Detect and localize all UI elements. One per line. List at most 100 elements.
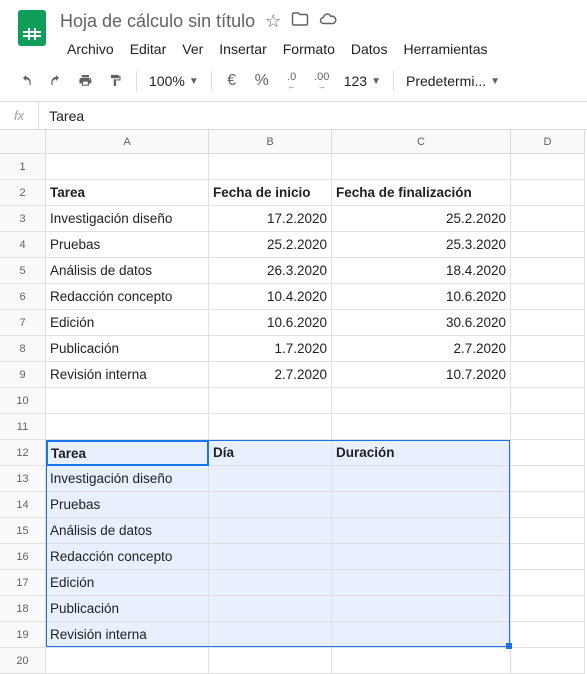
sheets-logo[interactable] — [12, 8, 52, 48]
paint-format-button[interactable] — [102, 67, 130, 95]
row-header-1[interactable]: 1 — [0, 154, 46, 180]
row-header-16[interactable]: 16 — [0, 544, 46, 570]
cell-B20[interactable] — [209, 648, 332, 674]
cell-C11[interactable] — [332, 414, 511, 440]
cell-B10[interactable] — [209, 388, 332, 414]
cell-D20[interactable] — [511, 648, 585, 674]
cell-A1[interactable] — [46, 154, 209, 180]
row-header-14[interactable]: 14 — [0, 492, 46, 518]
menu-editar[interactable]: Editar — [123, 37, 174, 61]
cell-C9[interactable]: 10.7.2020 — [332, 362, 511, 388]
cell-B13[interactable] — [209, 466, 332, 492]
cell-C8[interactable]: 2.7.2020 — [332, 336, 511, 362]
cell-C2[interactable]: Fecha de finalización — [332, 180, 511, 206]
cell-C14[interactable] — [332, 492, 511, 518]
cell-D6[interactable] — [511, 284, 585, 310]
cell-C5[interactable]: 18.4.2020 — [332, 258, 511, 284]
cell-B11[interactable] — [209, 414, 332, 440]
cell-A19[interactable]: Revisión interna — [46, 622, 209, 648]
zoom-select[interactable]: 100%▼ — [143, 69, 205, 93]
cell-D16[interactable] — [511, 544, 585, 570]
cell-B16[interactable] — [209, 544, 332, 570]
cell-C17[interactable] — [332, 570, 511, 596]
cell-A17[interactable]: Edición — [46, 570, 209, 596]
cell-D4[interactable] — [511, 232, 585, 258]
cell-A12[interactable]: Tarea — [46, 440, 209, 466]
cell-D10[interactable] — [511, 388, 585, 414]
menu-herramientas[interactable]: Herramientas — [396, 37, 494, 61]
cell-A13[interactable]: Investigación diseño — [46, 466, 209, 492]
cell-D19[interactable] — [511, 622, 585, 648]
cell-D9[interactable] — [511, 362, 585, 388]
cell-D13[interactable] — [511, 466, 585, 492]
doc-title[interactable]: Hoja de cálculo sin título — [60, 11, 255, 32]
row-header-7[interactable]: 7 — [0, 310, 46, 336]
cell-A16[interactable]: Redacción concepto — [46, 544, 209, 570]
row-header-15[interactable]: 15 — [0, 518, 46, 544]
redo-button[interactable] — [42, 67, 70, 95]
menu-datos[interactable]: Datos — [344, 37, 395, 61]
cell-B15[interactable] — [209, 518, 332, 544]
row-header-4[interactable]: 4 — [0, 232, 46, 258]
cell-D11[interactable] — [511, 414, 585, 440]
cell-D15[interactable] — [511, 518, 585, 544]
cell-A6[interactable]: Redacción concepto — [46, 284, 209, 310]
row-header-9[interactable]: 9 — [0, 362, 46, 388]
cell-B5[interactable]: 26.3.2020 — [209, 258, 332, 284]
row-header-20[interactable]: 20 — [0, 648, 46, 674]
row-header-12[interactable]: 12 — [0, 440, 46, 466]
formula-input[interactable]: Tarea — [39, 108, 94, 124]
row-header-17[interactable]: 17 — [0, 570, 46, 596]
cell-D2[interactable] — [511, 180, 585, 206]
row-header-18[interactable]: 18 — [0, 596, 46, 622]
menu-formato[interactable]: Formato — [276, 37, 342, 61]
col-header-A[interactable]: A — [46, 130, 209, 154]
undo-button[interactable] — [12, 67, 40, 95]
cell-B14[interactable] — [209, 492, 332, 518]
row-header-11[interactable]: 11 — [0, 414, 46, 440]
col-header-B[interactable]: B — [209, 130, 332, 154]
move-icon[interactable] — [291, 10, 309, 33]
cell-A7[interactable]: Edición — [46, 310, 209, 336]
cell-A8[interactable]: Publicación — [46, 336, 209, 362]
cell-B12[interactable]: Día — [209, 440, 332, 466]
cell-C4[interactable]: 25.3.2020 — [332, 232, 511, 258]
cell-B2[interactable]: Fecha de inicio — [209, 180, 332, 206]
row-header-6[interactable]: 6 — [0, 284, 46, 310]
cell-C13[interactable] — [332, 466, 511, 492]
cell-B7[interactable]: 10.6.2020 — [209, 310, 332, 336]
cell-D1[interactable] — [511, 154, 585, 180]
cell-B18[interactable] — [209, 596, 332, 622]
cell-B6[interactable]: 10.4.2020 — [209, 284, 332, 310]
cell-A2[interactable]: Tarea — [46, 180, 209, 206]
row-header-10[interactable]: 10 — [0, 388, 46, 414]
select-all-corner[interactable] — [0, 130, 46, 154]
cell-A15[interactable]: Análisis de datos — [46, 518, 209, 544]
cell-C16[interactable] — [332, 544, 511, 570]
col-header-D[interactable]: D — [511, 130, 585, 154]
percent-button[interactable]: % — [248, 67, 276, 95]
cell-A20[interactable] — [46, 648, 209, 674]
star-icon[interactable]: ☆ — [265, 11, 281, 32]
row-header-8[interactable]: 8 — [0, 336, 46, 362]
cell-B1[interactable] — [209, 154, 332, 180]
cell-D18[interactable] — [511, 596, 585, 622]
decrease-decimal-button[interactable]: .0← — [278, 67, 306, 95]
cell-D7[interactable] — [511, 310, 585, 336]
cell-B19[interactable] — [209, 622, 332, 648]
cell-A11[interactable] — [46, 414, 209, 440]
cell-A14[interactable]: Pruebas — [46, 492, 209, 518]
cell-A3[interactable]: Investigación diseño — [46, 206, 209, 232]
cell-C10[interactable] — [332, 388, 511, 414]
print-button[interactable] — [72, 67, 100, 95]
cell-C15[interactable] — [332, 518, 511, 544]
cell-A18[interactable]: Publicación — [46, 596, 209, 622]
cloud-icon[interactable] — [319, 10, 337, 33]
menu-archivo[interactable]: Archivo — [60, 37, 121, 61]
row-header-2[interactable]: 2 — [0, 180, 46, 206]
cell-C6[interactable]: 10.6.2020 — [332, 284, 511, 310]
cell-C3[interactable]: 25.2.2020 — [332, 206, 511, 232]
number-format-select[interactable]: 123▼ — [338, 69, 387, 93]
cell-D5[interactable] — [511, 258, 585, 284]
col-header-C[interactable]: C — [332, 130, 511, 154]
